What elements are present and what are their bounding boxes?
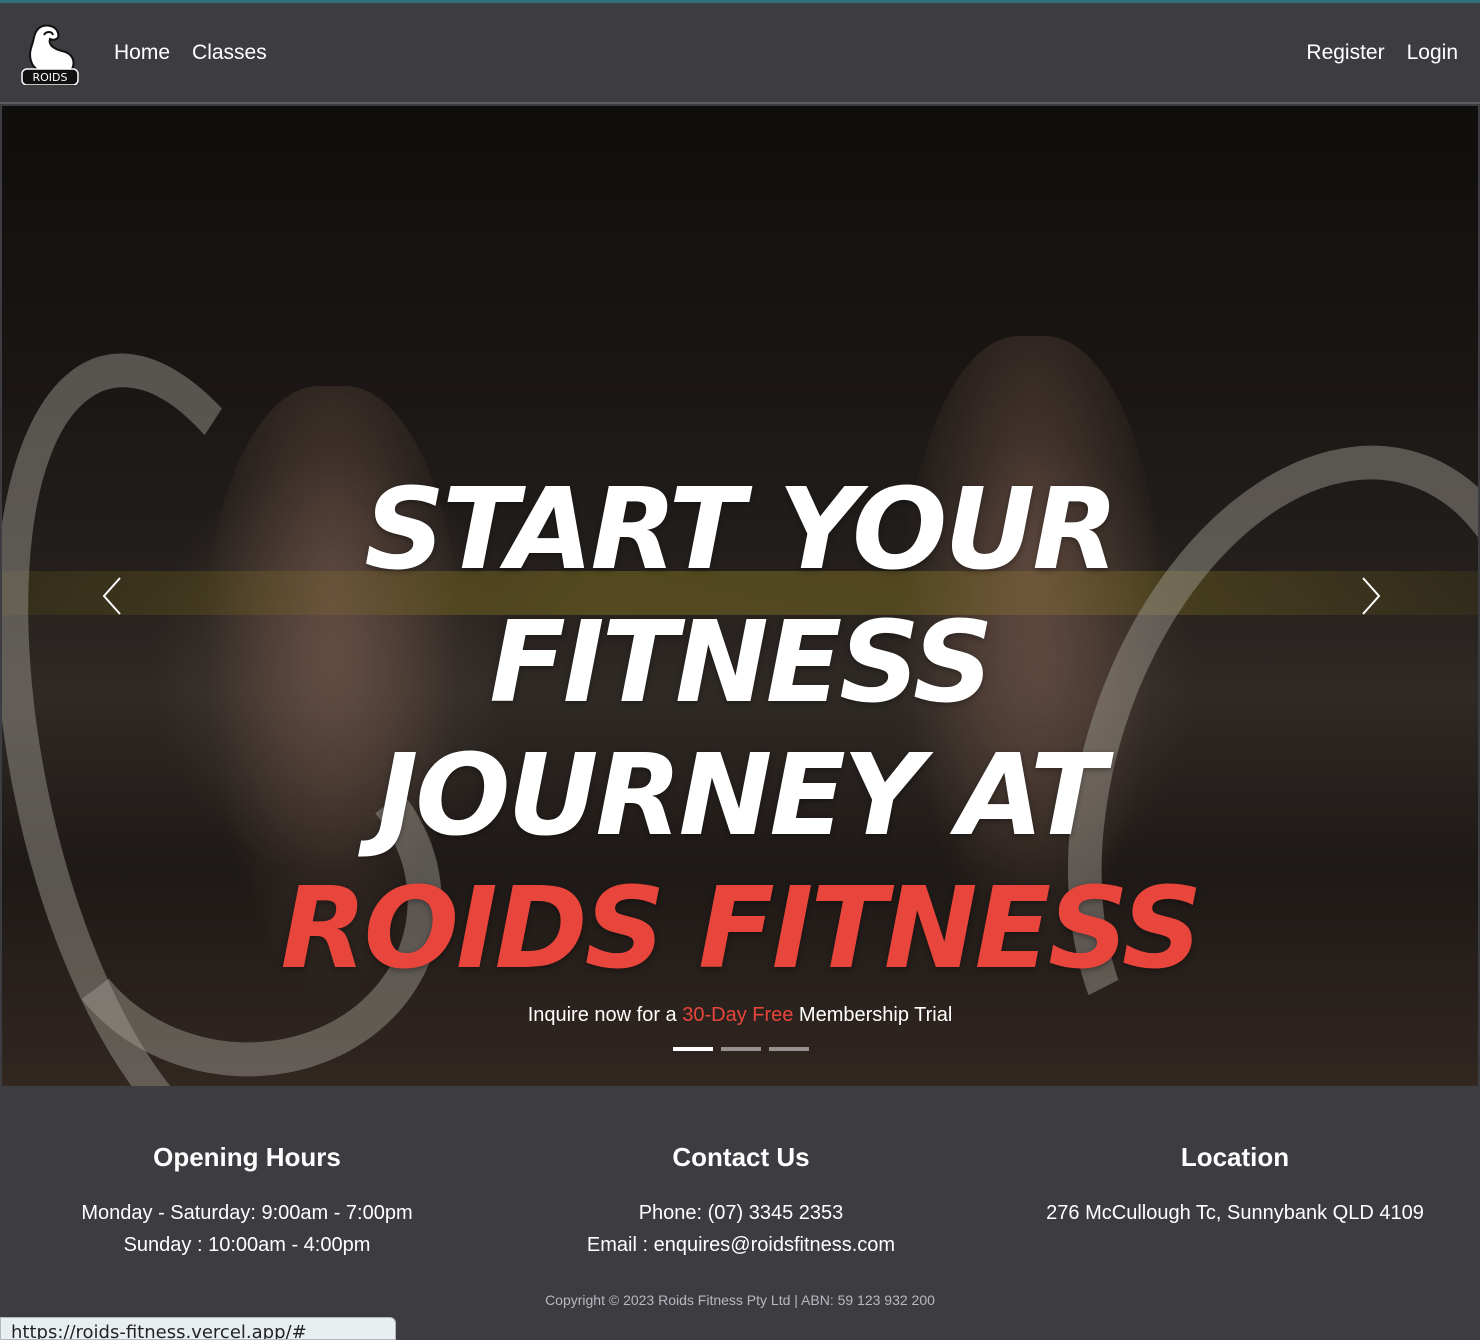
tagline-highlight: 30-Day Free: [682, 1004, 794, 1026]
contact-title: Contact Us: [672, 1142, 810, 1172]
opening-hours-title: Opening Hours: [153, 1142, 341, 1172]
tagline-after: Membership Trial: [793, 1004, 953, 1026]
opening-hours-section: Opening Hours Monday - Saturday: 9:00am …: [17, 1141, 477, 1261]
nav-home-link[interactable]: Home: [114, 42, 170, 63]
nav-register-link[interactable]: Register: [1306, 42, 1384, 63]
logo-text: ROIDS: [33, 71, 68, 84]
carousel-indicator-1[interactable]: [673, 1047, 713, 1051]
location-title: Location: [1180, 1142, 1290, 1172]
nav-classes-link[interactable]: Classes: [192, 42, 267, 63]
headline-line-1: START YOUR: [364, 465, 1118, 595]
browser-status-url: https://roids-fitness.vercel.app/#: [0, 1317, 396, 1340]
carousel-indicator-3[interactable]: [769, 1047, 809, 1051]
flexed-arm-icon: ROIDS: [21, 24, 79, 85]
nav-left-group: Home Classes: [114, 42, 267, 63]
headline-accent: ROIDS FITNESS: [280, 864, 1203, 994]
headline-line-3: JOURNEY AT: [376, 731, 1107, 861]
nav-right-group: Register Login: [1306, 42, 1458, 63]
hours-sunday: Sunday : 10:00am - 4:00pm: [123, 1234, 371, 1256]
brand-logo[interactable]: ROIDS: [20, 21, 80, 85]
hours-weekday: Monday - Saturday: 9:00am - 7:00pm: [81, 1202, 413, 1224]
contact-section: Contact Us Phone: (07) 3345 2353 Email :…: [511, 1141, 971, 1261]
headline-line-2: FITNESS: [489, 598, 993, 728]
footer: Opening Hours Monday - Saturday: 9:00am …: [0, 1086, 1480, 1340]
tagline-before: Inquire now for a: [527, 1004, 683, 1026]
hero-carousel: START YOUR FITNESS JOURNEY AT ROIDS FITN…: [2, 106, 1478, 1086]
navbar: ROIDS Home Classes Register Login: [0, 3, 1480, 104]
hero-tagline: Inquire now for a 30-Day Free Membership…: [2, 1004, 1478, 1027]
nav-login-link[interactable]: Login: [1407, 42, 1458, 63]
hero-headline: START YOUR FITNESS JOURNEY AT ROIDS FITN…: [2, 464, 1478, 996]
contact-phone: Phone: (07) 3345 2353: [638, 1202, 844, 1224]
contact-email: Email : enquires@roidsfitness.com: [586, 1234, 896, 1256]
location-address: 276 McCullough Tc, Sunnybank QLD 4109: [1046, 1202, 1424, 1224]
carousel-indicator-2[interactable]: [721, 1047, 761, 1051]
location-section: Location 276 McCullough Tc, Sunnybank QL…: [1005, 1141, 1465, 1229]
copyright-text: Copyright © 2023 Roids Fitness Pty Ltd |…: [545, 1292, 935, 1308]
carousel-indicators: [673, 1047, 809, 1051]
